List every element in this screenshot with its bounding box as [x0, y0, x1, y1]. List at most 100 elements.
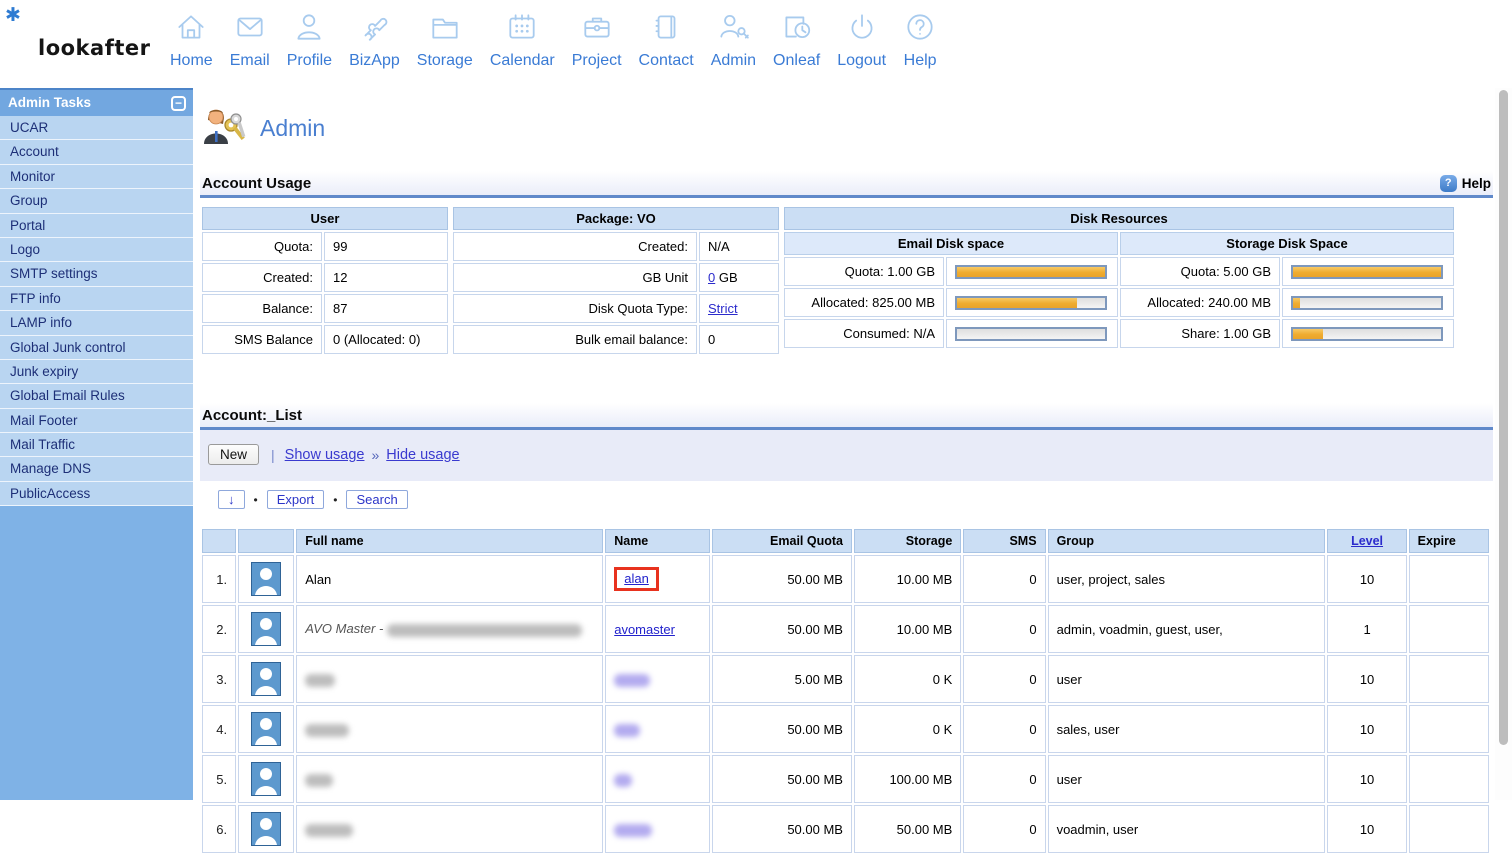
sort-button[interactable]: ↓ [218, 490, 245, 509]
nav-help[interactable]: Help [903, 10, 937, 70]
user-created-value: 12 [324, 263, 448, 292]
storage-cell: 10.00 MB [853, 555, 962, 603]
sidebar-item-logo[interactable]: Logo [0, 237, 193, 263]
nav-bizapp[interactable]: BizApp [349, 10, 400, 70]
account-link-avomaster[interactable]: avomaster [614, 622, 675, 637]
sidebar-item-monitor[interactable]: Monitor [0, 164, 193, 190]
sms-cell: 0 [963, 755, 1046, 803]
group-cell: user [1047, 755, 1326, 803]
expire-cell [1408, 555, 1489, 603]
email-quota-bar [955, 264, 1107, 279]
name-cell [605, 705, 710, 753]
gb-unit-suffix: GB [715, 270, 738, 285]
sidebar-item-global-junk-control[interactable]: Global Junk control [0, 335, 193, 360]
nav-contact[interactable]: Contact [639, 10, 694, 70]
sidebar-item-lamp-info[interactable]: LAMP info [0, 311, 193, 336]
col-storage: Storage [853, 529, 962, 553]
col-email-quota: Email Quota [711, 529, 852, 553]
name-cell: alan [605, 555, 710, 603]
help-badge-icon: ? [1439, 174, 1457, 192]
sidebar-item-group[interactable]: Group [0, 189, 193, 214]
export-button[interactable]: Export [266, 490, 325, 509]
account-usage-section-bar: Account Usage ? Help [200, 171, 1493, 198]
account-list-actions: New | Show usage » Hide usage [200, 430, 1493, 481]
show-usage-link[interactable]: Show usage [285, 447, 365, 463]
storage-cell: 100.00 MB [853, 755, 962, 803]
sms-cell: 0 [963, 605, 1046, 653]
table-row: 2. AVO Master - avomaster 50.00 MB 10.00… [202, 605, 1489, 653]
disk-quota-type-link[interactable]: Strict [708, 301, 738, 316]
account-list-section-bar: Account:_List [200, 403, 1493, 430]
account-usage-title: Account Usage [202, 174, 312, 192]
sidebar-item-manage-dns[interactable]: Manage DNS [0, 457, 193, 482]
storage-cell: 0 K [853, 655, 962, 703]
sidebar-item-mail-traffic[interactable]: Mail Traffic [0, 433, 193, 458]
nav-project[interactable]: Project [572, 10, 622, 70]
storage-allocated-bar [1291, 295, 1443, 310]
nav-admin[interactable]: Admin [711, 10, 756, 70]
account-link-alan[interactable]: alan [624, 571, 649, 586]
clock-doc-icon [780, 10, 814, 49]
sidebar-item-global-email-rules[interactable]: Global Email Rules [0, 384, 193, 409]
redacted-link[interactable] [614, 723, 641, 737]
scrollbar-thumb[interactable] [1499, 90, 1508, 745]
col-full-name: Full name [296, 529, 604, 553]
disk-resources-header: Disk Resources [784, 207, 1454, 230]
redacted-text [305, 773, 334, 787]
storage-cell: 50.00 MB [853, 805, 962, 853]
group-cell: sales, user [1047, 705, 1326, 753]
scrollbar-track[interactable] [1495, 88, 1512, 800]
disk-resources-table: Disk Resources Email Disk space Storage … [782, 205, 1456, 350]
nav-email[interactable]: Email [230, 10, 270, 70]
sidebar-item-portal[interactable]: Portal [0, 213, 193, 238]
nav-logout[interactable]: Logout [837, 10, 886, 70]
sidebar-item-ucar[interactable]: UCAR [0, 116, 193, 141]
sidebar-item-mail-footer[interactable]: Mail Footer [0, 408, 193, 434]
account-table-header-row: Full name Name Email Quota Storage SMS G… [202, 529, 1489, 553]
full-name-cell [296, 655, 604, 703]
redacted-link[interactable] [614, 773, 633, 787]
sidebar-item-publicaccess[interactable]: PublicAccess [0, 481, 193, 507]
sidebar-header: Admin Tasks − [0, 88, 193, 116]
top-navigation: Home Email Profile BizApp Storage Calend… [170, 10, 954, 70]
nav-onleaf[interactable]: Onleaf [773, 10, 820, 70]
user-created-label: Created: [202, 263, 322, 292]
email-consumed-label: Consumed: N/A [784, 319, 944, 348]
email-disk-space-header: Email Disk space [784, 232, 1118, 255]
nav-storage[interactable]: Storage [417, 10, 473, 70]
row-number: 5. [202, 755, 237, 803]
nav-calendar[interactable]: Calendar [490, 10, 555, 70]
full-name-text: AVO Master - [305, 621, 384, 637]
email-quota-cell: 50.00 MB [711, 705, 852, 753]
nav-home[interactable]: Home [170, 10, 213, 70]
nav-profile[interactable]: Profile [287, 10, 332, 70]
package-disk-quota-type-label: Disk Quota Type: [453, 294, 697, 323]
avatar-cell [238, 605, 295, 653]
collapse-icon[interactable]: − [171, 96, 186, 111]
help-button[interactable]: ? Help [1439, 174, 1491, 192]
storage-share-label: Share: 1.00 GB [1120, 319, 1280, 348]
search-button[interactable]: Search [346, 490, 408, 509]
storage-cell: 10.00 MB [853, 605, 962, 653]
redacted-link[interactable] [614, 823, 653, 837]
dot-separator: • [333, 492, 338, 507]
table-row: 1. Alan alan 50.00 MB 10.00 MB 0 user, p… [202, 555, 1489, 603]
sidebar-item-account[interactable]: Account [0, 140, 193, 165]
level-sort-link[interactable]: Level [1351, 534, 1383, 548]
nav-home-label: Home [170, 52, 213, 69]
sidebar-item-junk-expiry[interactable]: Junk expiry [0, 359, 193, 385]
user-sms-balance-value: 0 (Allocated: 0) [324, 325, 448, 354]
avatar-cell [238, 655, 295, 703]
expire-cell [1408, 805, 1489, 853]
home-icon [174, 10, 208, 49]
sidebar-item-smtp-settings[interactable]: SMTP settings [0, 262, 193, 287]
sidebar-item-ftp-info[interactable]: FTP info [0, 286, 193, 312]
package-created-label: Created: [453, 232, 697, 261]
level-cell: 10 [1327, 655, 1407, 703]
avatar-icon [251, 562, 282, 596]
power-icon [845, 10, 879, 49]
hide-usage-link[interactable]: Hide usage [386, 447, 459, 463]
email-quota-cell: 50.00 MB [711, 805, 852, 853]
new-button[interactable]: New [208, 444, 260, 465]
redacted-link[interactable] [614, 673, 651, 687]
